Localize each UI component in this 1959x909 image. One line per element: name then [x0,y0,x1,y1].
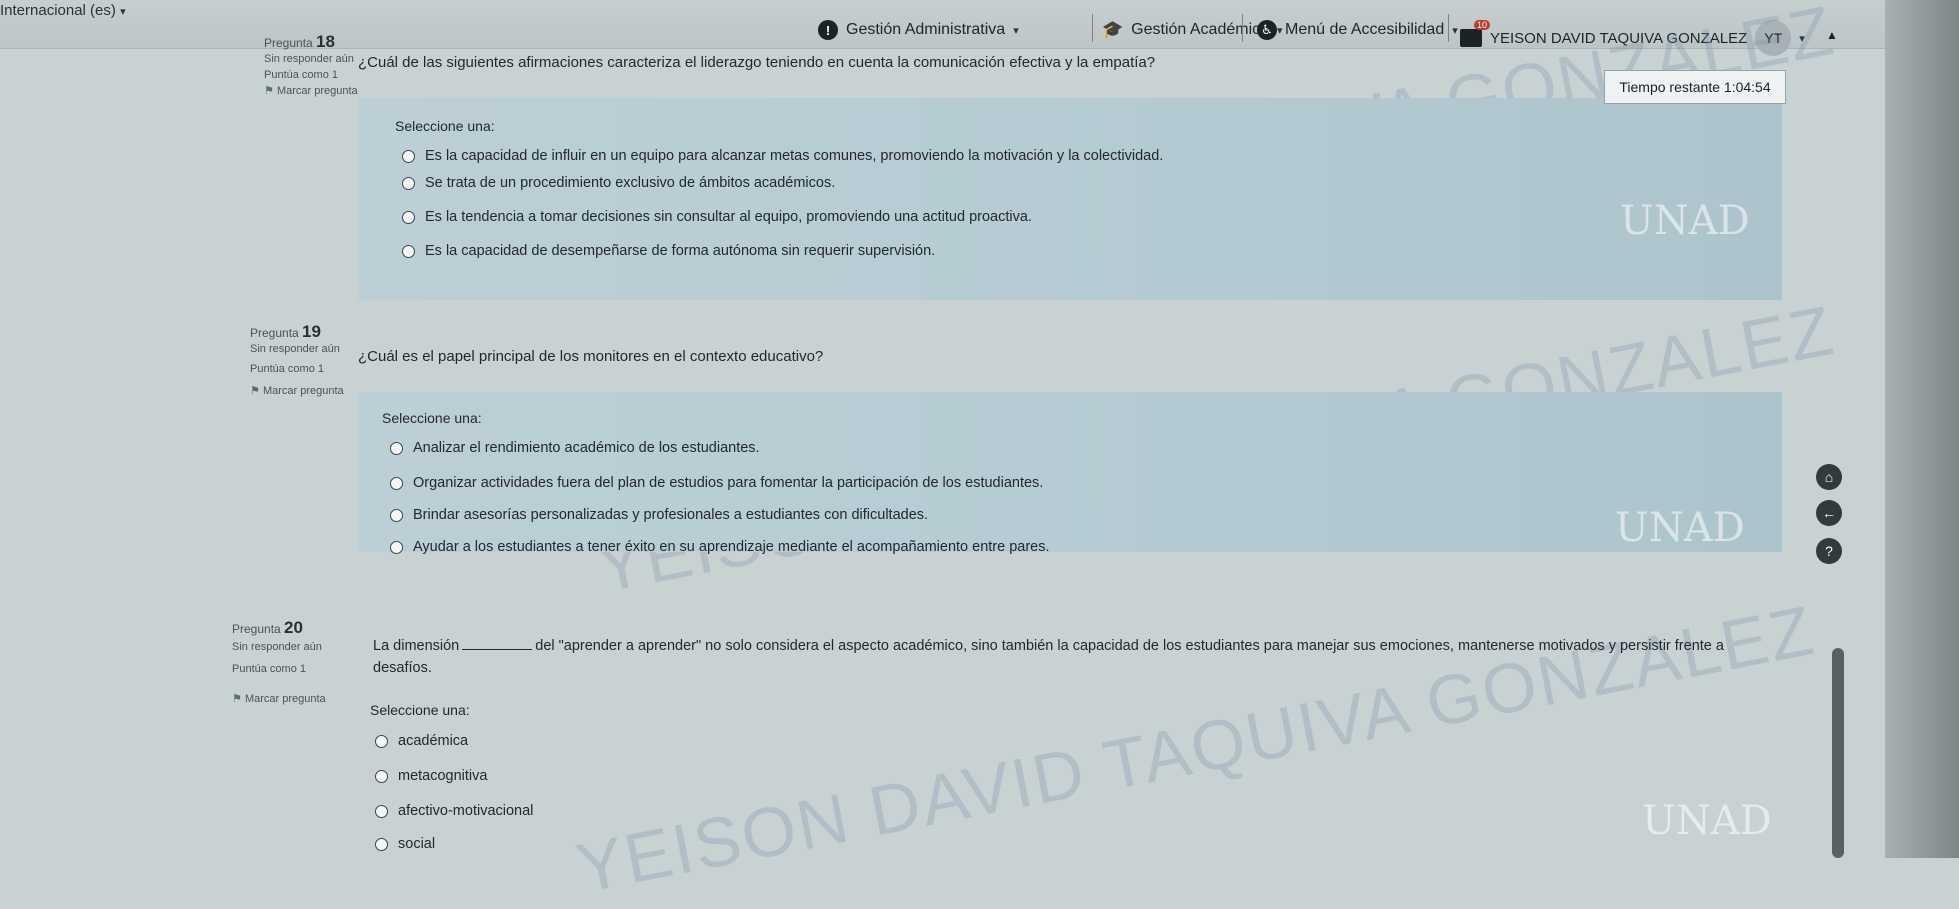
select-label: Seleccione una: [395,118,495,134]
nav-label: Menú de Accesibilidad [1285,21,1445,38]
nav-label: Gestión Académica [1131,21,1270,38]
answer-option[interactable]: Es la capacidad de influir en un equipo … [402,148,1163,164]
question-points: Puntúa como 1 [250,363,324,375]
question-status: Sin responder aún [250,343,340,355]
nav-menu-accesibilidad[interactable]: ♿ Menú de Accesibilidad ▾ [1257,20,1458,40]
nav-gestion-academica[interactable]: 🎓 Gestión Académica ▾ [1102,20,1283,40]
nav-divider [1092,14,1093,42]
unad-logo: UNAD [1642,798,1772,844]
answer-option[interactable]: Es la capacidad de desempeñarse de forma… [402,243,935,259]
notification-badge: 10 [1473,20,1490,30]
unad-logo: UNAD [1620,198,1750,244]
question-info: Pregunta 18 Sin responder aún Puntúa com… [264,32,358,99]
question-panel [358,98,1782,300]
question-panel [358,392,1782,552]
radio-button[interactable] [375,769,388,783]
answer-option[interactable]: metacognitiva [375,768,487,784]
home-icon[interactable]: ⌂ [1816,464,1842,490]
right-side-edge [1885,0,1959,858]
question-number: Pregunta 19 [250,322,321,341]
question-text: ¿Cuál de las siguientes afirmaciones car… [358,54,1156,71]
question-points: Puntúa como 1 [232,663,306,675]
nav-gestion-administrativa[interactable]: ! Gestión Administrativa ▾ [818,20,1019,40]
question-text-line2: desafíos. [373,660,432,676]
radio-button[interactable] [375,804,388,818]
scroll-up-icon[interactable]: ▲ [1826,28,1838,42]
question-number: Pregunta 20 [232,618,303,637]
back-arrow-icon[interactable]: ← [1816,500,1842,526]
accessibility-icon: ♿ [1257,20,1277,40]
flag-question-link[interactable]: ⚑ Marcar pregunta [232,691,326,707]
nav-divider [1242,14,1243,42]
radio-button[interactable] [375,837,388,851]
fill-blank [462,649,533,650]
flag-question-link[interactable]: ⚑ Marcar pregunta [250,383,344,399]
radio-button[interactable] [390,540,403,554]
question-info: Pregunta 19 Sin responder aún Puntúa com… [250,322,344,399]
select-label: Seleccione una: [370,702,470,718]
flag-icon: ⚑ [250,385,260,397]
radio-button[interactable] [390,476,403,490]
answer-option[interactable]: académica [375,733,468,749]
radio-button[interactable] [402,176,415,190]
radio-button[interactable] [375,734,388,748]
language-label: Internacional (es) [0,2,116,19]
answer-option[interactable]: social [375,836,435,852]
radio-button[interactable] [402,210,415,224]
answer-option[interactable]: afectivo-motivacional [375,803,533,819]
answer-option[interactable]: Es la tendencia a tomar decisiones sin c… [402,209,1032,225]
question-text: ¿Cuál es el papel principal de los monit… [358,348,824,365]
user-menu[interactable]: 10 YEISON DAVID TAQUIVA GONZALEZ YT ▾ [1460,20,1805,56]
question-info: Pregunta 20 Sin responder aún Puntúa com… [232,618,326,707]
time-remaining: Tiempo restante 1:04:54 [1604,70,1786,104]
scrollbar[interactable] [1832,648,1844,858]
avatar[interactable]: YT [1755,20,1792,56]
flag-question-link[interactable]: ⚑ Marcar pregunta [264,83,358,99]
chevron-down-icon: ▾ [1799,32,1805,45]
chevron-down-icon: ▾ [120,6,126,18]
nav-divider [1448,14,1449,42]
answer-option[interactable]: Brindar asesorías personalizadas y profe… [390,507,928,523]
question-text: La dimensión del "aprender a aprender" no… [373,638,1724,654]
answer-option[interactable]: Organizar actividades fuera del plan de … [390,475,1043,491]
help-icon[interactable]: ? [1816,538,1842,564]
graduation-cap-icon: 🎓 [1102,20,1124,39]
answer-option[interactable]: Ayudar a los estudiantes a tener éxito e… [390,539,1050,555]
radio-button[interactable] [390,508,403,522]
timer-value: 1:04:54 [1723,79,1771,95]
question-status: Sin responder aún [232,641,322,653]
chevron-down-icon: ▾ [1452,24,1458,37]
answer-option[interactable]: Analizar el rendimiento académico de los… [390,440,760,456]
question-points: Puntúa como 1 [264,69,338,81]
question-number: Pregunta 18 [264,32,335,51]
radio-button[interactable] [402,149,415,163]
question-status: Sin responder aún [264,53,354,65]
language-selector[interactable]: Internacional (es) ▾ [0,2,126,19]
notifications-icon[interactable]: 10 [1460,20,1490,47]
nav-label: Gestión Administrativa [846,21,1006,38]
answer-option[interactable]: Se trata de un procedimiento exclusivo d… [402,175,835,191]
unad-logo: UNAD [1615,505,1745,551]
radio-button[interactable] [390,441,403,455]
select-label: Seleccione una: [382,410,482,426]
radio-button[interactable] [402,244,415,258]
chevron-down-icon: ▾ [1013,24,1019,37]
user-name: YEISON DAVID TAQUIVA GONZALEZ [1490,29,1748,47]
flag-icon: ⚑ [264,85,274,97]
flag-icon: ⚑ [232,693,242,705]
alert-icon: ! [818,20,838,40]
